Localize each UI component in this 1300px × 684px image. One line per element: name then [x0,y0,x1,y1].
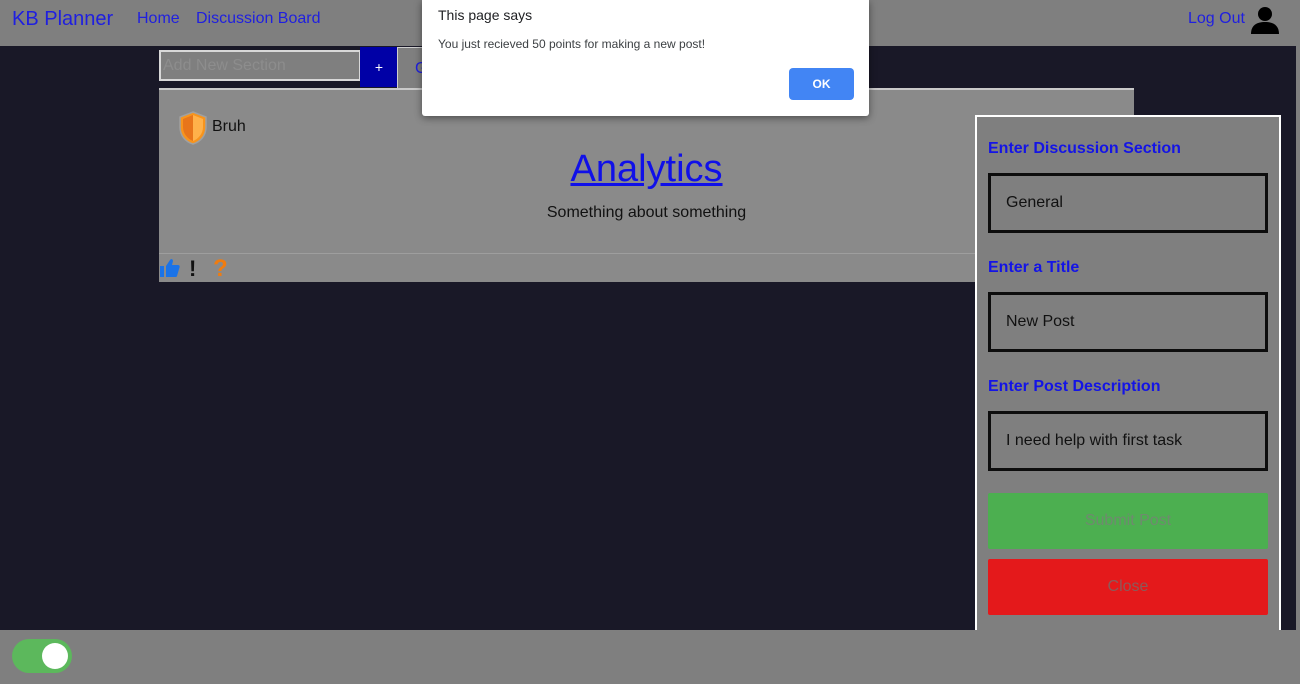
nav-link-discussion-board[interactable]: Discussion Board [196,10,321,28]
add-section-button[interactable]: + [360,47,398,87]
thumbs-up-icon[interactable] [160,258,180,278]
title-field[interactable] [988,292,1268,352]
new-post-form: Enter Discussion Section Enter a Title E… [975,115,1281,635]
section-field[interactable] [988,173,1268,233]
shield-icon [179,111,207,145]
nav-link-home[interactable]: Home [137,10,180,28]
post-author: Bruh [212,118,246,135]
add-section-input[interactable] [159,50,361,81]
title-label: Enter a Title [988,259,1080,276]
footer [0,630,1300,684]
description-field[interactable] [988,411,1268,471]
question-icon[interactable]: ? [213,255,228,283]
submit-post-button[interactable]: Submit Post [988,493,1268,549]
dialog-ok-button[interactable]: OK [789,68,854,100]
toggle-knob [42,643,68,669]
dialog-title: This page says [438,7,533,23]
section-label: Enter Discussion Section [988,140,1181,157]
theme-toggle[interactable] [12,639,72,673]
user-icon[interactable] [1250,5,1280,35]
dialog-message: You just recieved 50 points for making a… [438,37,706,51]
alert-dialog: This page says You just recieved 50 poin… [422,0,869,116]
logout-link[interactable]: Log Out [1188,10,1245,28]
scrollbar-track[interactable] [1296,46,1300,630]
close-form-button[interactable]: Close [988,559,1268,615]
description-label: Enter Post Description [988,378,1161,395]
exclamation-icon[interactable]: ! [189,256,196,282]
brand-logo[interactable]: KB Planner [12,8,113,31]
